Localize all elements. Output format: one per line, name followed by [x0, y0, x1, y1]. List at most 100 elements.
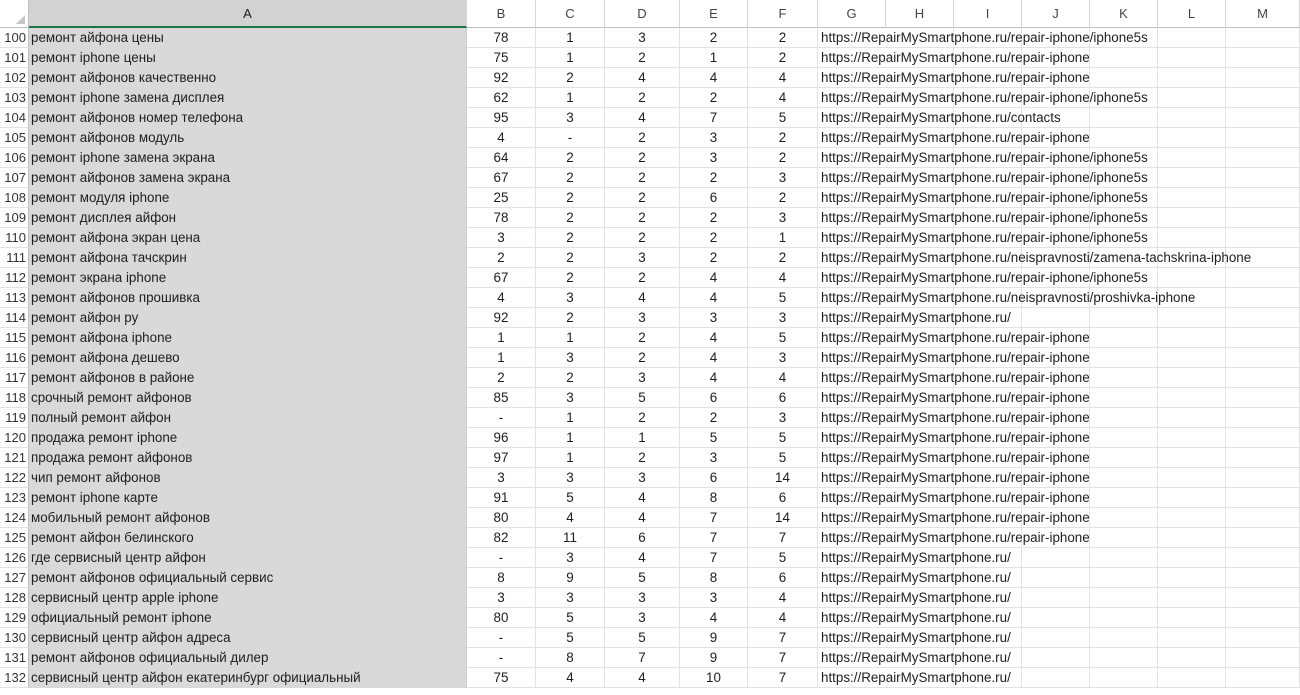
cell-empty[interactable]	[1226, 608, 1300, 628]
cell-value[interactable]: 2	[536, 148, 605, 168]
cell-value[interactable]: 11	[536, 528, 605, 548]
cell-empty[interactable]	[1226, 328, 1300, 348]
cell-empty[interactable]	[1158, 668, 1226, 688]
row-header[interactable]: 111	[0, 248, 29, 268]
cell-value[interactable]: -	[467, 548, 536, 568]
cell-empty[interactable]	[1226, 588, 1300, 608]
row-header[interactable]: 104	[0, 108, 29, 128]
cell-value[interactable]: 1	[467, 348, 536, 368]
cell-value[interactable]: 3	[536, 348, 605, 368]
cell-empty[interactable]	[1090, 108, 1158, 128]
column-header-a[interactable]: A	[29, 0, 467, 28]
cell-value[interactable]: 2	[605, 408, 680, 428]
cell-value[interactable]: 5	[748, 328, 818, 348]
cell-empty[interactable]	[1022, 608, 1090, 628]
cell-empty[interactable]	[1226, 128, 1300, 148]
cell-keyword[interactable]: ремонт iphone замена экрана	[29, 148, 467, 168]
cell-value[interactable]: 2	[536, 208, 605, 228]
cell-keyword[interactable]: полный ремонт айфон	[29, 408, 467, 428]
row-header[interactable]: 110	[0, 228, 29, 248]
cell-url[interactable]: https://RepairMySmartphone.ru/repair-iph…	[818, 428, 1090, 448]
column-header-e[interactable]: E	[680, 0, 748, 28]
cell-value[interactable]: 4	[680, 68, 748, 88]
cell-empty[interactable]	[1226, 508, 1300, 528]
cell-value[interactable]: 3	[748, 408, 818, 428]
cell-empty[interactable]	[1090, 308, 1158, 328]
cell-url[interactable]: https://RepairMySmartphone.ru/repair-iph…	[818, 68, 1090, 88]
cell-value[interactable]: 4	[605, 548, 680, 568]
cell-keyword[interactable]: сервисный центр apple iphone	[29, 588, 467, 608]
cell-empty[interactable]	[1158, 648, 1226, 668]
cell-empty[interactable]	[1158, 348, 1226, 368]
cell-value[interactable]: 25	[467, 188, 536, 208]
cell-empty[interactable]	[1158, 68, 1226, 88]
cell-empty[interactable]	[1226, 488, 1300, 508]
cell-empty[interactable]	[1090, 408, 1158, 428]
cell-value[interactable]: 1	[536, 428, 605, 448]
cell-value[interactable]: 78	[467, 208, 536, 228]
cell-value[interactable]: 2	[605, 128, 680, 148]
cell-value[interactable]: 7	[680, 548, 748, 568]
cell-url[interactable]: https://RepairMySmartphone.ru/repair-iph…	[818, 528, 1090, 548]
cell-empty[interactable]	[1226, 288, 1300, 308]
cell-value[interactable]: 5	[536, 628, 605, 648]
cell-value[interactable]: 2	[680, 208, 748, 228]
cell-value[interactable]: 75	[467, 668, 536, 688]
cell-value[interactable]: 2	[748, 248, 818, 268]
cell-empty[interactable]	[1226, 648, 1300, 668]
row-header[interactable]: 120	[0, 428, 29, 448]
cell-empty[interactable]	[1158, 368, 1226, 388]
cell-empty[interactable]	[1022, 308, 1090, 328]
cell-url[interactable]: https://RepairMySmartphone.ru/neispravno…	[818, 288, 1195, 308]
cell-value[interactable]: 3	[748, 348, 818, 368]
cell-url[interactable]: https://RepairMySmartphone.ru/repair-iph…	[818, 328, 1090, 348]
cell-value[interactable]: 3	[680, 308, 748, 328]
cell-value[interactable]: 5	[680, 428, 748, 448]
row-header[interactable]: 108	[0, 188, 29, 208]
cell-url[interactable]: https://RepairMySmartphone.ru/	[818, 628, 1011, 648]
cell-value[interactable]: -	[536, 128, 605, 148]
cell-value[interactable]: 4	[536, 508, 605, 528]
row-header[interactable]: 116	[0, 348, 29, 368]
cell-empty[interactable]	[1226, 88, 1300, 108]
cell-value[interactable]: 3	[680, 148, 748, 168]
cell-keyword[interactable]: сервисный центр айфон адреса	[29, 628, 467, 648]
cell-keyword[interactable]: ремонт iphone замена дисплея	[29, 88, 467, 108]
cell-empty[interactable]	[1090, 608, 1158, 628]
cell-keyword[interactable]: ремонт iphone карте	[29, 488, 467, 508]
cell-empty[interactable]	[1090, 528, 1158, 548]
cell-value[interactable]: 5	[748, 448, 818, 468]
cell-value[interactable]: 1	[467, 328, 536, 348]
cell-value[interactable]: 96	[467, 428, 536, 448]
cell-empty[interactable]	[1226, 148, 1300, 168]
row-header[interactable]: 130	[0, 628, 29, 648]
cell-value[interactable]: 9	[680, 628, 748, 648]
cell-empty[interactable]	[1158, 628, 1226, 648]
cell-empty[interactable]	[1090, 428, 1158, 448]
cell-value[interactable]: 3	[536, 548, 605, 568]
row-header[interactable]: 103	[0, 88, 29, 108]
cell-value[interactable]: 3	[536, 108, 605, 128]
cell-value[interactable]: 5	[536, 488, 605, 508]
cell-keyword[interactable]: где сервисный центр айфон	[29, 548, 467, 568]
cell-value[interactable]: 2	[536, 188, 605, 208]
cell-value[interactable]: 8	[680, 568, 748, 588]
row-header[interactable]: 128	[0, 588, 29, 608]
cell-empty[interactable]	[1158, 48, 1226, 68]
cell-url[interactable]: https://RepairMySmartphone.ru/repair-iph…	[818, 88, 1148, 108]
column-header-m[interactable]: M	[1226, 0, 1300, 28]
cell-value[interactable]: 92	[467, 68, 536, 88]
cell-empty[interactable]	[1022, 588, 1090, 608]
cell-empty[interactable]	[1090, 368, 1158, 388]
cell-value[interactable]: 3	[536, 588, 605, 608]
cell-url[interactable]: https://RepairMySmartphone.ru/repair-iph…	[818, 168, 1148, 188]
cell-empty[interactable]	[1090, 668, 1158, 688]
cell-url[interactable]: https://RepairMySmartphone.ru/repair-iph…	[818, 388, 1090, 408]
cell-value[interactable]: 3	[536, 468, 605, 488]
cell-empty[interactable]	[1090, 508, 1158, 528]
cell-empty[interactable]	[1226, 388, 1300, 408]
cell-empty[interactable]	[1090, 548, 1158, 568]
cell-empty[interactable]	[1090, 568, 1158, 588]
cell-value[interactable]: 6	[748, 388, 818, 408]
cell-keyword[interactable]: ремонт айфонов прошивка	[29, 288, 467, 308]
